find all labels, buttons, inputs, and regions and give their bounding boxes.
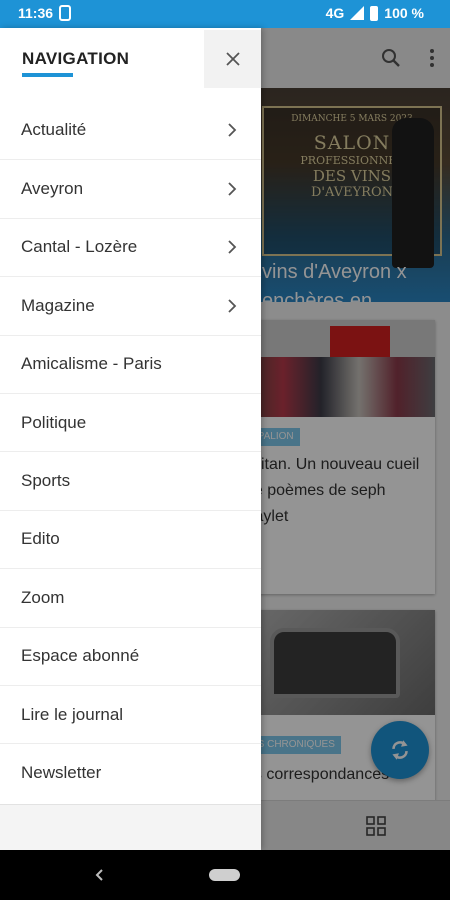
drawer-item-label: Newsletter bbox=[21, 762, 102, 782]
drawer-item[interactable]: Actualité bbox=[0, 101, 261, 159]
drawer-item-label: Magazine bbox=[21, 295, 95, 315]
drawer-item[interactable]: Newsletter bbox=[0, 743, 261, 801]
chevron-right-icon bbox=[228, 123, 237, 137]
drawer-item-label: Espace abonné bbox=[21, 646, 140, 666]
home-pill[interactable] bbox=[209, 869, 240, 881]
drawer-item-label: Aveyron bbox=[21, 179, 84, 199]
navigation-drawer: NAVIGATION Actualité Aveyron Cantal - Lozè… bbox=[0, 28, 261, 850]
sim-icon bbox=[59, 5, 71, 21]
close-icon bbox=[225, 52, 240, 66]
battery-level: 100 % bbox=[384, 5, 424, 21]
close-drawer-button[interactable] bbox=[204, 30, 261, 88]
drawer-item-label: Actualité bbox=[21, 120, 87, 140]
drawer-item[interactable]: Espace abonné bbox=[0, 626, 261, 685]
status-time: 11:36 bbox=[18, 5, 54, 21]
status-bar: 11:36 4G 100 % bbox=[0, 0, 450, 28]
drawer-footer bbox=[0, 804, 261, 850]
battery-icon bbox=[370, 5, 379, 21]
drawer-item[interactable]: Amicalisme - Paris bbox=[0, 334, 261, 393]
drawer-item[interactable]: Sports bbox=[0, 451, 261, 509]
drawer-item-label: Lire le journal bbox=[21, 704, 124, 724]
network-type: 4G bbox=[325, 5, 345, 21]
chevron-right-icon bbox=[228, 240, 237, 255]
drawer-item-label: Politique bbox=[21, 412, 87, 432]
chevron-right-icon bbox=[228, 182, 237, 196]
drawer-item[interactable]: Zoom bbox=[0, 568, 261, 626]
signal-icon bbox=[350, 6, 365, 20]
back-icon[interactable] bbox=[90, 865, 110, 885]
drawer-item[interactable]: Lire le journal bbox=[0, 684, 261, 743]
drawer-item-label: Zoom bbox=[21, 587, 65, 607]
drawer-item-label: Sports bbox=[21, 471, 71, 491]
drawer-item-label: Amicalisme - Paris bbox=[21, 354, 162, 374]
drawer-item[interactable]: Aveyron bbox=[0, 159, 261, 217]
status-indicators: 4G 100 % bbox=[326, 5, 424, 21]
chevron-right-icon bbox=[228, 299, 237, 313]
drawer-item[interactable]: Cantal - Lozère bbox=[0, 217, 261, 276]
drawer-item[interactable]: Magazine bbox=[0, 276, 261, 334]
drawer-item[interactable]: Edito bbox=[0, 509, 261, 568]
drawer-header: NAVIGATION bbox=[0, 28, 261, 88]
drawer-menu: Actualité Aveyron Cantal - Lozère Magazine A… bbox=[0, 101, 261, 802]
app-screen: 11:36 4G 100 % DIMANCHE 5 MARS 2023 SALO… bbox=[0, 0, 450, 900]
drawer-item[interactable]: Politique bbox=[0, 392, 261, 451]
title-underline bbox=[22, 73, 73, 77]
drawer-item-label: Cantal - Lozère bbox=[21, 237, 138, 257]
drawer-title: NAVIGATION bbox=[22, 49, 130, 68]
system-nav-bar bbox=[0, 850, 450, 900]
drawer-item-label: Edito bbox=[21, 529, 60, 549]
